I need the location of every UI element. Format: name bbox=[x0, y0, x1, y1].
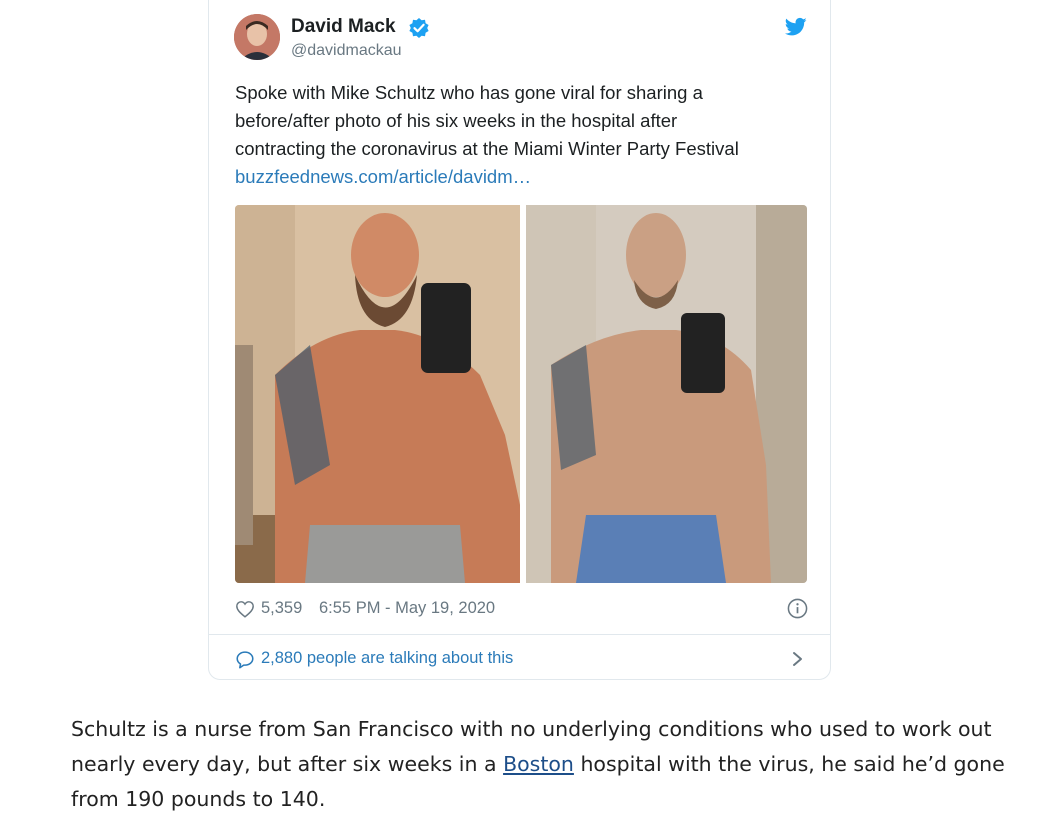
verified-badge-icon bbox=[409, 18, 429, 38]
conversation-link[interactable]: 2,880 people are talking about this bbox=[235, 647, 807, 671]
chevron-right-icon[interactable] bbox=[791, 651, 805, 667]
author-name[interactable]: David Mack bbox=[291, 16, 396, 38]
conversation-count[interactable]: 2,880 people are talking about this bbox=[261, 649, 513, 668]
after-photo[interactable] bbox=[526, 205, 807, 583]
boston-link[interactable]: Boston bbox=[503, 752, 574, 776]
twitter-bird-icon[interactable] bbox=[785, 17, 807, 37]
before-photo[interactable] bbox=[235, 205, 520, 583]
article-line: Schultz is a nurse from San Francisco wi… bbox=[71, 717, 992, 741]
article-paragraph: Schultz is a nurse from San Francisco wi… bbox=[71, 712, 1011, 817]
like-count[interactable]: 5,359 bbox=[261, 599, 302, 618]
author-handle[interactable]: @davidmackau bbox=[291, 42, 402, 60]
article-line: nearly every day, but after six weeks in… bbox=[71, 747, 1011, 782]
author-avatar[interactable] bbox=[234, 14, 280, 60]
tweet-timestamp[interactable]: 6:55 PM - May 19, 2020 bbox=[319, 599, 495, 618]
tweet-photos[interactable] bbox=[235, 205, 807, 583]
tweet-meta: 5,359 6:55 PM - May 19, 2020 bbox=[235, 597, 808, 621]
embedded-tweet-card: David Mack @davidmackau Spoke with Mike … bbox=[208, 0, 831, 680]
speech-bubble-icon bbox=[236, 651, 254, 669]
heart-icon[interactable] bbox=[235, 600, 255, 618]
tweet-article-link[interactable]: buzzfeednews.com/article/davidm… bbox=[235, 163, 805, 191]
tweet-text: Spoke with Mike Schultz who has gone vir… bbox=[235, 79, 805, 191]
article-line: from 190 pounds to 140. bbox=[71, 787, 326, 811]
tweet-text-line: contracting the coronavirus at the Miami… bbox=[235, 138, 739, 159]
tweet-text-line: Spoke with Mike Schultz who has gone vir… bbox=[235, 82, 703, 103]
article-text-segment: nearly every day, but after six weeks in… bbox=[71, 752, 504, 776]
tweet-text-line: before/after photo of his six weeks in t… bbox=[235, 110, 678, 131]
info-icon[interactable] bbox=[787, 598, 808, 619]
card-divider bbox=[209, 634, 830, 635]
article-text-segment: hospital with the virus, he said he’d go… bbox=[573, 752, 1005, 776]
